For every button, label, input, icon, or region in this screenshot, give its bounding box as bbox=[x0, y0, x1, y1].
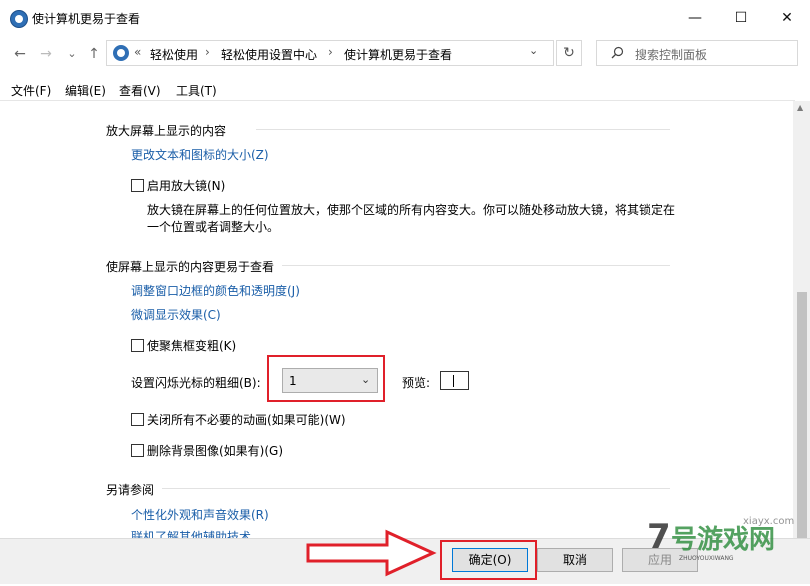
chevron-down-icon: ⌄ bbox=[361, 373, 371, 386]
menu-view[interactable]: 查看(V) bbox=[119, 82, 161, 99]
magnifier-description-line2: 一个位置或者调整大小。 bbox=[147, 220, 280, 234]
minimize-button[interactable]: — bbox=[672, 0, 718, 36]
back-button[interactable]: ← bbox=[10, 44, 30, 64]
magnifier-label: 启用放大镜(N) bbox=[147, 179, 226, 193]
magnifier-description-line1: 放大镜在屏幕上的任何位置放大，使那个区域的所有内容变大。你可以随处移动放大镜，将… bbox=[147, 203, 676, 217]
personalization-link[interactable]: 个性化外观和声音效果(R) bbox=[131, 506, 269, 523]
maximize-button[interactable]: ☐ bbox=[718, 0, 764, 36]
background-image-option[interactable]: 删除背景图像(如果有)(G) bbox=[131, 442, 283, 459]
assistive-tech-link[interactable]: 联机了解其他辅助技术 bbox=[131, 529, 251, 538]
magnifier-checkbox[interactable] bbox=[131, 179, 144, 192]
section-divider bbox=[256, 129, 670, 130]
section-title-see-also: 另请参阅 bbox=[106, 483, 155, 497]
cursor-thickness-value: 1 bbox=[289, 374, 297, 388]
svg-text:号游戏网: 号游戏网 bbox=[671, 525, 775, 555]
breadcrumb-current[interactable]: 使计算机更易于查看 bbox=[344, 46, 452, 63]
search-input[interactable]: 搜索控制面板 bbox=[596, 40, 798, 66]
annotation-arrow-icon bbox=[305, 528, 437, 581]
cursor-preview bbox=[440, 371, 469, 390]
window-border-color-link[interactable]: 调整窗口边框的颜色和透明度(J) bbox=[131, 282, 300, 299]
menu-edit[interactable]: 编辑(E) bbox=[65, 82, 106, 99]
up-button[interactable]: ↑ bbox=[84, 44, 104, 64]
breadcrumb-ease-of-access[interactable]: 轻松使用 bbox=[150, 46, 198, 63]
menu-file[interactable]: 文件(F) bbox=[11, 82, 51, 99]
highlight-box-ok bbox=[440, 540, 537, 580]
refresh-button[interactable]: ↻ bbox=[556, 40, 582, 66]
animations-option[interactable]: 关闭所有不必要的动画(如果可能)(W) bbox=[131, 411, 346, 428]
window-title: 使计算机更易于查看 bbox=[32, 12, 141, 26]
animations-label: 关闭所有不必要的动画(如果可能)(W) bbox=[147, 413, 346, 427]
thick-focus-label: 使聚焦框变粗(K) bbox=[147, 339, 237, 353]
cancel-button[interactable]: 取消 bbox=[537, 548, 613, 572]
magnifier-option[interactable]: 启用放大镜(N) bbox=[131, 177, 225, 194]
recent-locations-button[interactable]: ⌄ bbox=[62, 44, 82, 64]
menu-divider bbox=[0, 100, 795, 101]
control-panel-icon bbox=[113, 45, 129, 61]
cursor-thickness-select[interactable]: 1 ⌄ bbox=[282, 368, 378, 393]
breadcrumb-separator[interactable]: › bbox=[328, 45, 333, 59]
breadcrumb-ease-center[interactable]: 轻松使用设置中心 bbox=[221, 46, 317, 63]
background-image-label: 删除背景图像(如果有)(G) bbox=[147, 444, 284, 458]
search-placeholder: 搜索控制面板 bbox=[635, 48, 708, 62]
chevron-down-icon[interactable]: ⌄ bbox=[529, 44, 538, 57]
svg-text:ZHUOYOUXIWANG: ZHUOYOUXIWANG bbox=[679, 555, 734, 562]
change-text-size-link[interactable]: 更改文本和图标的大小(Z) bbox=[131, 146, 269, 163]
address-bar[interactable]: « 轻松使用 › 轻松使用设置中心 › 使计算机更易于查看 ⌄ bbox=[106, 40, 554, 66]
breadcrumb-separator[interactable]: › bbox=[205, 45, 210, 59]
background-image-checkbox[interactable] bbox=[131, 444, 144, 457]
watermark-logo: 7 号游戏网 ZHUOYOUXIWANG xiayx.com bbox=[635, 498, 810, 583]
thick-focus-option[interactable]: 使聚焦框变粗(K) bbox=[131, 337, 236, 354]
preview-label: 预览: bbox=[402, 376, 431, 390]
cursor-caret bbox=[453, 375, 454, 387]
forward-button[interactable]: → bbox=[36, 44, 56, 64]
svg-text:7: 7 bbox=[647, 517, 671, 557]
display-tuning-link[interactable]: 微调显示效果(C) bbox=[131, 306, 221, 323]
cursor-thickness-label: 设置闪烁光标的粗细(B): bbox=[131, 376, 261, 390]
ease-of-access-icon bbox=[10, 10, 28, 28]
menu-tools[interactable]: 工具(T) bbox=[176, 82, 217, 99]
thick-focus-checkbox[interactable] bbox=[131, 339, 144, 352]
section-title-easier: 使屏幕上显示的内容更易于查看 bbox=[106, 260, 275, 274]
section-title-magnify: 放大屏幕上显示的内容 bbox=[106, 124, 227, 138]
close-button[interactable]: ✕ bbox=[764, 0, 810, 36]
animations-checkbox[interactable] bbox=[131, 413, 144, 426]
section-divider bbox=[162, 488, 670, 489]
svg-text:xiayx.com: xiayx.com bbox=[743, 516, 794, 527]
search-icon bbox=[611, 46, 624, 62]
address-overflow[interactable]: « bbox=[134, 45, 141, 59]
section-divider bbox=[282, 265, 670, 266]
scroll-up-icon[interactable]: ▲ bbox=[797, 103, 803, 112]
